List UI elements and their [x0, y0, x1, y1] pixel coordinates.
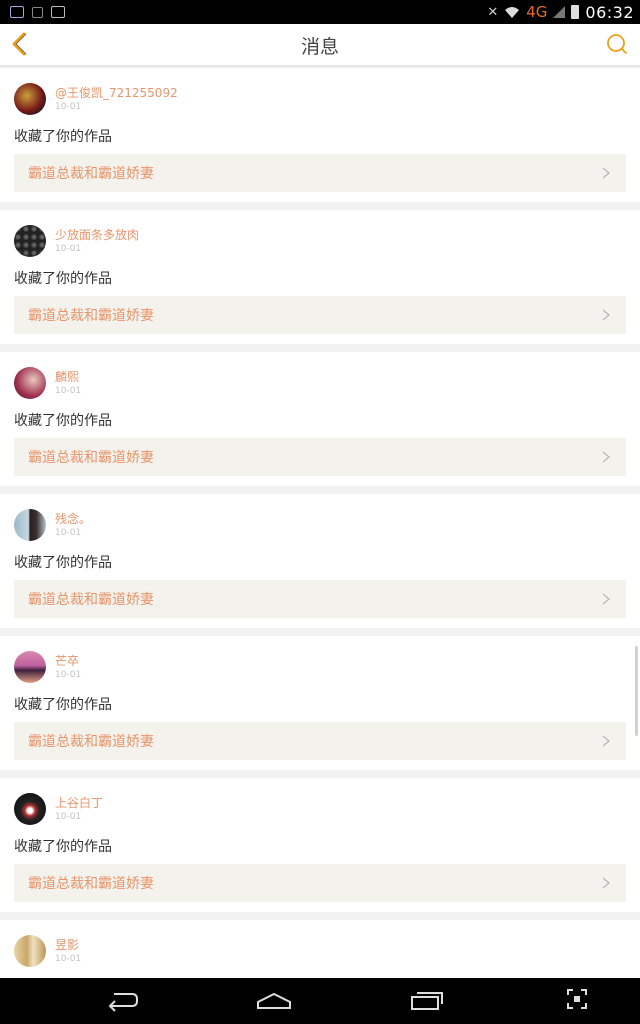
work-link[interactable]: 霸道总裁和霸道娇妻: [14, 580, 626, 618]
chevron-right-icon: [602, 593, 611, 605]
scroll-indicator[interactable]: [635, 646, 638, 736]
message-item[interactable]: 昱影 10-01: [0, 920, 640, 978]
message-item[interactable]: 残念。 10-01 收藏了你的作品 霸道总裁和霸道娇妻: [0, 494, 640, 628]
lock-icon: [32, 6, 43, 18]
username[interactable]: 昱影: [55, 936, 79, 953]
message-date: 10-01: [55, 386, 82, 396]
chevron-right-icon: [602, 877, 611, 889]
username[interactable]: 芒卒: [55, 652, 79, 669]
message-date: 10-01: [55, 528, 82, 538]
message-date: 10-01: [55, 244, 82, 254]
message-action: 收藏了你的作品: [14, 839, 112, 855]
app-icon: [10, 6, 24, 18]
avatar[interactable]: [14, 367, 46, 399]
message-date: 10-01: [55, 102, 82, 112]
message-action: 收藏了你的作品: [14, 555, 112, 571]
username[interactable]: 麟熙: [55, 368, 79, 385]
mute-icon: ✕: [487, 4, 499, 20]
username[interactable]: 少放面条多放肉: [55, 226, 139, 243]
avatar[interactable]: [14, 793, 46, 825]
home-nav-icon: [257, 992, 291, 1009]
work-link[interactable]: 霸道总裁和霸道娇妻: [14, 154, 626, 192]
title-bar: 消息: [0, 24, 640, 66]
work-link[interactable]: 霸道总裁和霸道娇妻: [14, 722, 626, 760]
username[interactable]: @王俊凯_721255092: [55, 84, 178, 101]
chevron-right-icon: [602, 735, 611, 747]
back-nav-icon: [108, 993, 138, 1012]
avatar[interactable]: [14, 83, 46, 115]
message-action: 收藏了你的作品: [14, 697, 112, 713]
recents-nav-icon: [411, 992, 443, 1010]
work-title: 霸道总裁和霸道娇妻: [28, 734, 154, 750]
message-date: 10-01: [55, 954, 82, 964]
status-bar: ✕ 4G 06:32: [0, 0, 640, 24]
clock: 06:32: [585, 2, 634, 22]
username[interactable]: 上谷白丁: [55, 794, 103, 811]
nav-back-button[interactable]: [106, 988, 140, 1016]
battery-icon: [571, 5, 580, 19]
username[interactable]: 残念。: [55, 510, 91, 527]
screenshot-nav-icon: [567, 989, 587, 1009]
navigation-bar: [0, 978, 640, 1024]
message-date: 10-01: [55, 812, 82, 822]
nav-screenshot-button[interactable]: [566, 988, 588, 1014]
message-item[interactable]: 少放面条多放肉 10-01 收藏了你的作品 霸道总裁和霸道娇妻: [0, 210, 640, 344]
chevron-right-icon: [602, 451, 611, 463]
message-list[interactable]: @王俊凯_721255092 10-01 收藏了你的作品 霸道总裁和霸道娇妻 少…: [0, 66, 640, 978]
work-title: 霸道总裁和霸道娇妻: [28, 450, 154, 466]
signal-icon: [553, 6, 566, 18]
page-title: 消息: [300, 36, 339, 58]
chevron-right-icon: [602, 309, 611, 321]
message-item[interactable]: @王俊凯_721255092 10-01 收藏了你的作品 霸道总裁和霸道娇妻: [0, 68, 640, 202]
message-item[interactable]: 上谷白丁 10-01 收藏了你的作品 霸道总裁和霸道娇妻: [0, 778, 640, 912]
work-link[interactable]: 霸道总裁和霸道娇妻: [14, 438, 626, 476]
search-icon: [607, 34, 627, 54]
work-title: 霸道总裁和霸道娇妻: [28, 166, 154, 182]
network-type: 4G: [526, 3, 548, 21]
chevron-right-icon: [602, 167, 611, 179]
search-button[interactable]: [606, 33, 628, 55]
avatar[interactable]: [14, 935, 46, 967]
avatar[interactable]: [14, 509, 46, 541]
message-action: 收藏了你的作品: [14, 271, 112, 287]
message-action: 收藏了你的作品: [14, 129, 112, 145]
message-item[interactable]: 麟熙 10-01 收藏了你的作品 霸道总裁和霸道娇妻: [0, 352, 640, 486]
wifi-icon: [505, 7, 520, 18]
nav-home-button[interactable]: [256, 988, 292, 1016]
avatar[interactable]: [14, 225, 46, 257]
work-title: 霸道总裁和霸道娇妻: [28, 876, 154, 892]
work-link[interactable]: 霸道总裁和霸道娇妻: [14, 864, 626, 902]
message-item[interactable]: 芒卒 10-01 收藏了你的作品 霸道总裁和霸道娇妻: [0, 636, 640, 770]
message-date: 10-01: [55, 670, 82, 680]
avatar[interactable]: [14, 651, 46, 683]
message-action: 收藏了你的作品: [14, 413, 112, 429]
nav-recents-button[interactable]: [410, 988, 444, 1016]
work-title: 霸道总裁和霸道娇妻: [28, 308, 154, 324]
work-link[interactable]: 霸道总裁和霸道娇妻: [14, 296, 626, 334]
work-title: 霸道总裁和霸道娇妻: [28, 592, 154, 608]
image-icon: [51, 6, 65, 18]
